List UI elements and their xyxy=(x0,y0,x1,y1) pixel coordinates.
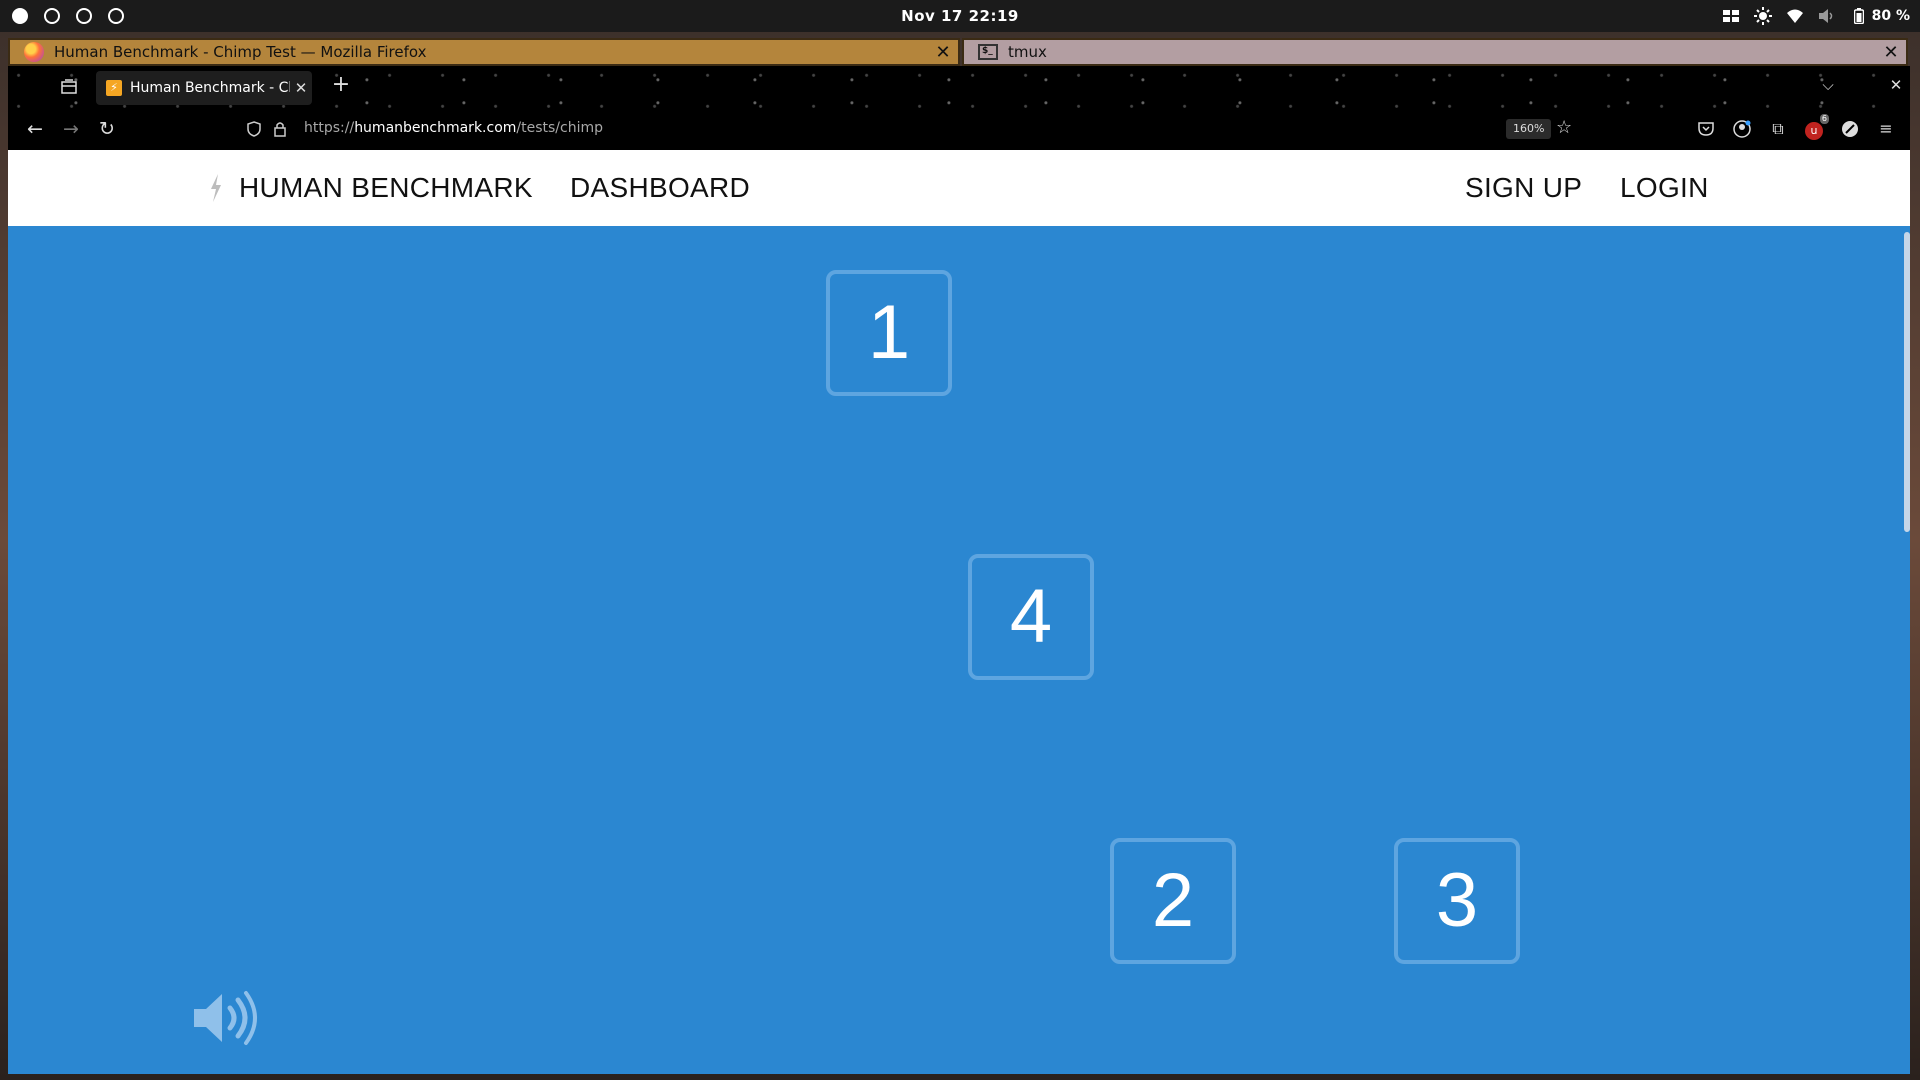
os-top-bar: Nov 17 22:19 80 % xyxy=(0,0,1920,32)
list-all-tabs-icon[interactable]: ⌵ xyxy=(1816,76,1840,94)
page-viewport: HUMAN BENCHMARK DASHBOARD SIGN UP LOGIN … xyxy=(8,150,1910,1074)
lock-icon[interactable] xyxy=(270,119,290,139)
battery-label: 80 % xyxy=(1871,8,1910,24)
forward-arrow-icon[interactable]: → xyxy=(58,116,84,142)
nav-dashboard-link[interactable]: DASHBOARD xyxy=(570,150,750,226)
tab-chimp-test[interactable]: ⚡ Human Benchmark - Chimp Test ✕ xyxy=(96,71,312,105)
window-title: Human Benchmark - Chimp Test — Mozilla F… xyxy=(54,43,427,61)
url-text[interactable]: https://humanbenchmark.com/tests/chimp xyxy=(304,120,603,136)
reload-icon[interactable]: ↻ xyxy=(94,116,120,142)
firefox-window-titlebar[interactable]: Human Benchmark - Chimp Test — Mozilla F… xyxy=(8,38,960,66)
close-window-button[interactable]: ✕ xyxy=(928,42,958,63)
bookmark-star-icon[interactable]: ☆ xyxy=(1556,117,1572,138)
back-arrow-icon[interactable]: ← xyxy=(22,116,48,142)
url-bar[interactable]: https://humanbenchmark.com/tests/chimp 1… xyxy=(240,112,1582,146)
system-tray: 80 % xyxy=(1722,6,1910,26)
darkreader-extension-icon[interactable] xyxy=(1838,117,1862,141)
zoom-indicator[interactable]: 160% xyxy=(1506,119,1552,139)
chimp-tile-3[interactable]: 3 xyxy=(1394,838,1520,964)
lightning-bolt-icon xyxy=(211,174,221,202)
chimp-tile-1[interactable]: 1 xyxy=(826,270,952,396)
url-scheme: https:// xyxy=(304,120,355,136)
close-tmux-window-button[interactable]: ✕ xyxy=(1876,42,1906,63)
url-path: /tests/chimp xyxy=(516,120,604,136)
extension-badge: 6 xyxy=(1819,114,1829,124)
tab-title: Human Benchmark - Chimp Test xyxy=(130,80,290,96)
tab-bar: ⚡ Human Benchmark - Chimp Test ✕ + ⌵ ✕ xyxy=(8,66,1910,108)
hamburger-menu-icon[interactable]: ≡ xyxy=(1874,117,1898,141)
brightness-icon[interactable] xyxy=(1753,7,1772,25)
new-tab-button[interactable]: + xyxy=(328,72,354,97)
ublock-extension-icon[interactable]: u 6 xyxy=(1802,114,1829,141)
tracking-shield-icon[interactable] xyxy=(244,119,264,139)
firefox-icon xyxy=(24,42,44,62)
extensions-puzzle-icon[interactable]: ⧉ xyxy=(1766,117,1790,141)
close-browser-icon[interactable]: ✕ xyxy=(1884,76,1908,94)
battery-icon xyxy=(1850,7,1868,25)
page-scrollbar[interactable] xyxy=(1904,232,1910,532)
volume-icon[interactable] xyxy=(1818,7,1836,25)
close-tab-button[interactable]: ✕ xyxy=(290,79,312,97)
site-header: HUMAN BENCHMARK DASHBOARD SIGN UP LOGIN xyxy=(8,150,1910,226)
navigation-toolbar: ← → ↻ https://humanbenchmark.com/tests/c… xyxy=(8,108,1910,150)
wifi-icon[interactable] xyxy=(1786,7,1804,25)
nav-login-link[interactable]: LOGIN xyxy=(1620,150,1709,226)
chimp-tile-2[interactable]: 2 xyxy=(1110,838,1236,964)
nav-signup-link[interactable]: SIGN UP xyxy=(1465,150,1582,226)
firefox-view-icon[interactable] xyxy=(56,74,82,100)
lightning-favicon-icon: ⚡ xyxy=(106,80,122,96)
brand-logo-link[interactable]: HUMAN BENCHMARK xyxy=(239,150,533,226)
tmux-window-titlebar[interactable]: $_ tmux ✕ xyxy=(962,38,1908,66)
os-clock[interactable]: Nov 17 22:19 xyxy=(0,7,1920,25)
firefox-window: ⚡ Human Benchmark - Chimp Test ✕ + ⌵ ✕ ←… xyxy=(8,66,1910,1074)
pocket-icon[interactable] xyxy=(1694,117,1718,141)
account-icon[interactable] xyxy=(1730,117,1754,141)
grid-icon[interactable] xyxy=(1722,7,1740,25)
terminal-icon: $_ xyxy=(978,44,998,60)
chimp-tile-4[interactable]: 4 xyxy=(968,554,1094,680)
speaker-volume-icon[interactable] xyxy=(192,990,258,1046)
window-title-tmux: tmux xyxy=(1008,43,1047,61)
url-host: humanbenchmark.com xyxy=(354,120,517,136)
battery-status[interactable]: 80 % xyxy=(1850,7,1910,25)
